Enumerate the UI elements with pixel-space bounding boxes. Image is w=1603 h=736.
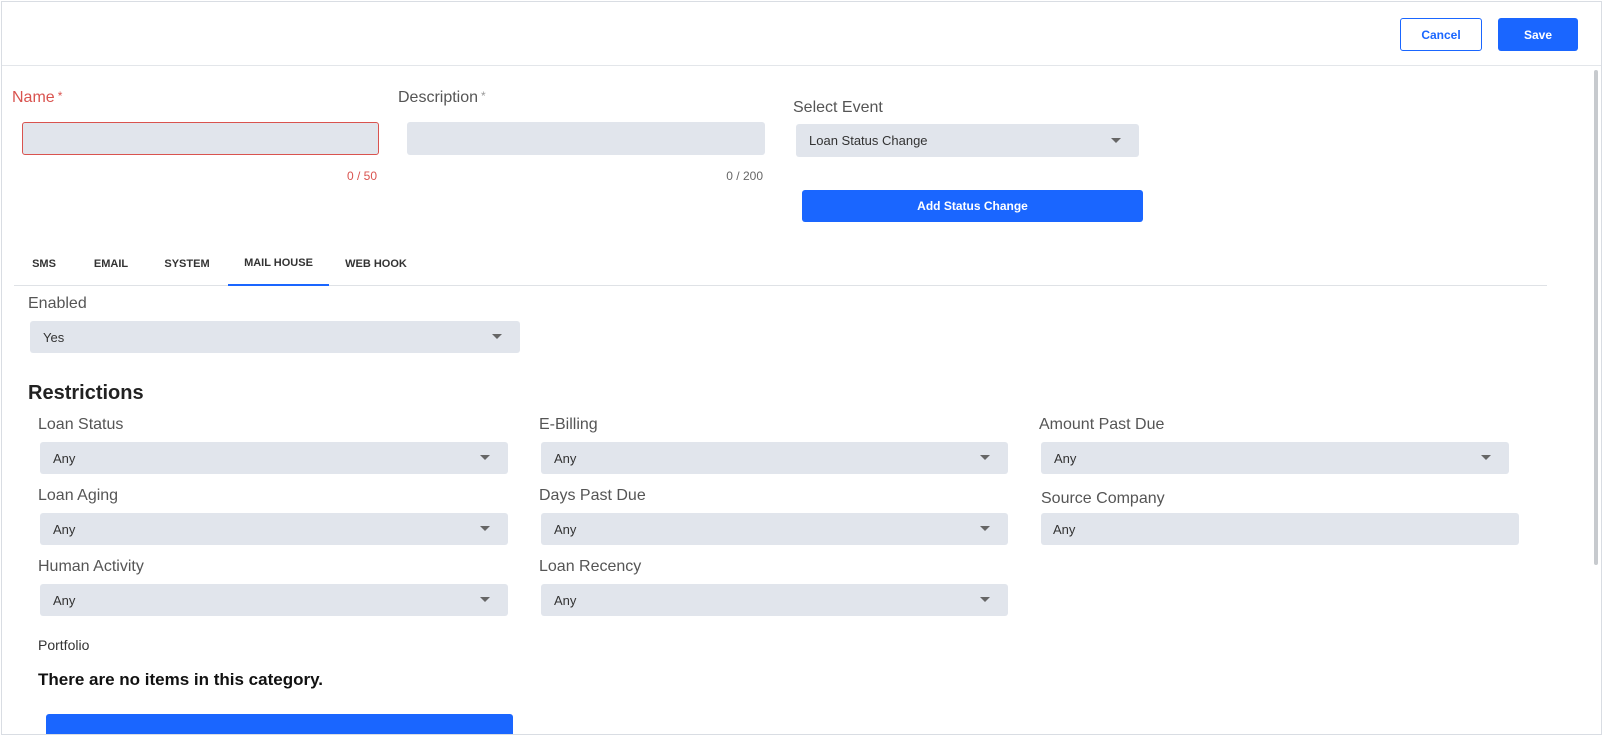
editor-panel: Cancel Save Name * 0 / 50 Description * 0 …: [1, 1, 1602, 735]
source-company-label: Source Company: [1041, 490, 1165, 507]
loan-recency-label: Loan Recency: [539, 558, 642, 575]
chevron-down-icon: [480, 526, 490, 531]
portfolio-empty-message: There are no items in this category.: [38, 670, 323, 689]
amount-past-due-label: Amount Past Due: [1039, 416, 1165, 433]
select-event-label: Select Event: [793, 99, 883, 116]
e-billing-value: Any: [554, 450, 577, 466]
scrollbar-thumb[interactable]: [1594, 70, 1598, 565]
restrictions-title: Restrictions: [28, 382, 144, 404]
human-activity-dropdown[interactable]: Any: [40, 584, 508, 616]
description-label: Description *: [398, 89, 486, 106]
loan-aging-label: Loan Aging: [38, 487, 119, 504]
human-activity-label: Human Activity: [38, 558, 144, 575]
chevron-down-icon: [480, 597, 490, 602]
chevron-down-icon: [480, 455, 490, 460]
chevron-down-icon: [980, 455, 990, 460]
loan-recency-value: Any: [554, 592, 577, 608]
tab-sms[interactable]: SMS: [14, 242, 74, 286]
chevron-down-icon: [980, 597, 990, 602]
loan-status-dropdown[interactable]: Any: [40, 442, 508, 474]
amount-past-due-dropdown[interactable]: Any: [1041, 442, 1509, 474]
enabled-label: Enabled: [28, 295, 87, 312]
name-input[interactable]: [22, 122, 379, 155]
loan-aging-dropdown[interactable]: Any: [40, 513, 508, 545]
portfolio-label: Portfolio: [38, 637, 90, 653]
chevron-down-icon: [1111, 137, 1121, 143]
enabled-value: Yes: [43, 329, 65, 345]
chevron-down-icon: [980, 526, 990, 531]
tab-web-hook[interactable]: WEB HOOK: [336, 242, 416, 286]
tab-email[interactable]: EMAIL: [78, 242, 144, 286]
e-billing-label: E-Billing: [539, 416, 598, 433]
cancel-button[interactable]: Cancel: [1400, 18, 1482, 51]
header-toolbar: Cancel Save: [2, 2, 1601, 66]
source-company-input[interactable]: [1041, 513, 1519, 545]
tab-system[interactable]: SYSTEM: [152, 242, 222, 286]
enabled-dropdown[interactable]: Yes: [30, 321, 520, 353]
description-char-counter: 0 / 200: [726, 169, 763, 183]
add-status-change-button[interactable]: Add Status Change: [802, 190, 1143, 222]
loan-status-value: Any: [53, 450, 76, 466]
save-button[interactable]: Save: [1498, 18, 1578, 51]
select-event-value: Loan Status Change: [809, 133, 928, 148]
e-billing-dropdown[interactable]: Any: [541, 442, 1008, 474]
select-event-dropdown[interactable]: Loan Status Change: [796, 124, 1139, 157]
loan-aging-value: Any: [53, 521, 76, 537]
name-char-counter: 0 / 50: [346, 169, 377, 183]
name-label: Name *: [12, 89, 63, 106]
tab-mail-house[interactable]: MAIL HOUSE: [228, 242, 329, 286]
amount-past-due-value: Any: [1054, 450, 1077, 466]
chevron-down-icon: [1481, 455, 1491, 460]
loan-status-label: Loan Status: [38, 416, 124, 433]
loan-recency-dropdown[interactable]: Any: [541, 584, 1008, 616]
channel-tabs: SMS EMAIL SYSTEM MAIL HOUSE WEB HOOK: [14, 242, 1547, 286]
portfolio-action-button[interactable]: [46, 714, 513, 734]
chevron-down-icon: [492, 334, 502, 339]
human-activity-value: Any: [53, 592, 76, 608]
description-input[interactable]: [407, 122, 765, 155]
days-past-due-dropdown[interactable]: Any: [541, 513, 1008, 545]
days-past-due-label: Days Past Due: [539, 487, 646, 504]
days-past-due-value: Any: [554, 521, 577, 537]
